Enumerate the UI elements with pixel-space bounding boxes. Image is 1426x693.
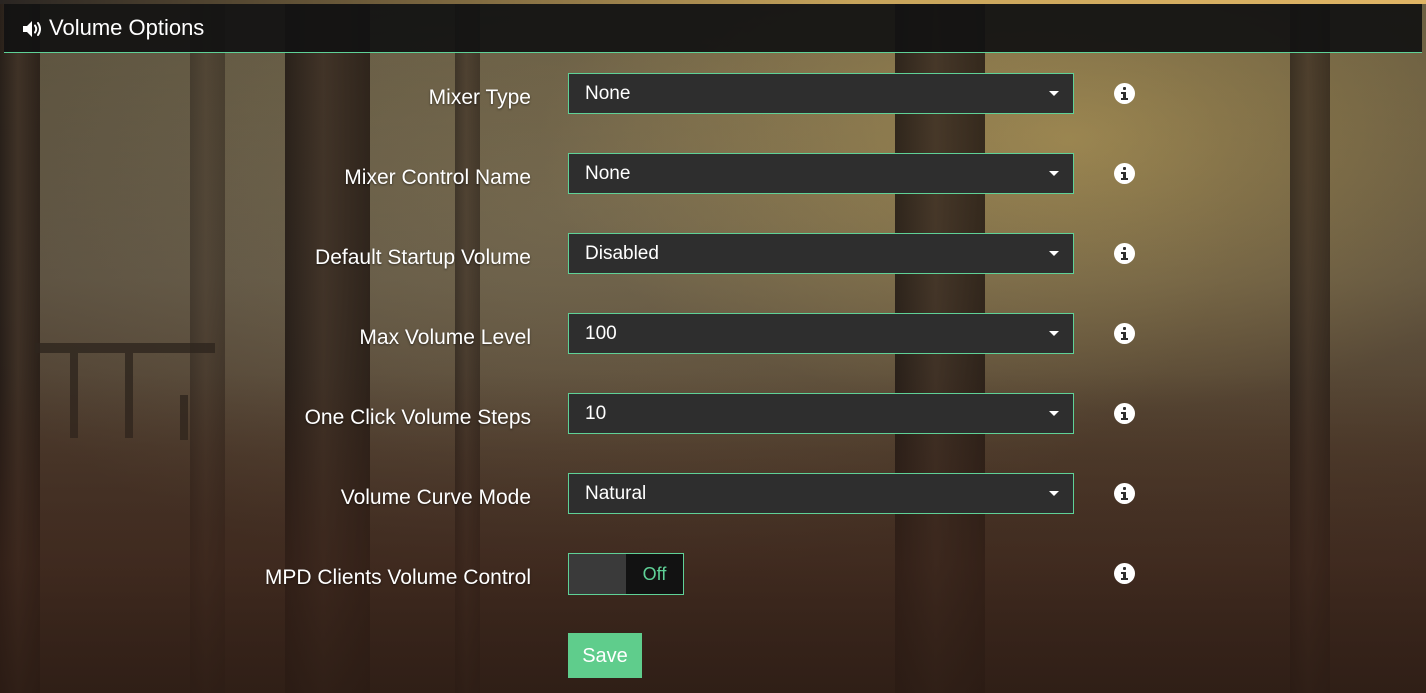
max-volume-level-select[interactable]: 100 — [568, 313, 1074, 354]
default-startup-volume-select[interactable]: Disabled — [568, 233, 1074, 274]
default-startup-volume-label: Default Startup Volume — [315, 246, 531, 269]
caret-down-icon — [1049, 411, 1059, 416]
info-icon[interactable] — [1114, 563, 1135, 584]
mixer-control-name-select[interactable]: None — [568, 153, 1074, 194]
mixer-type-select[interactable]: None — [568, 73, 1074, 114]
volume-icon — [22, 19, 44, 39]
caret-down-icon — [1049, 491, 1059, 496]
info-icon[interactable] — [1114, 403, 1135, 424]
info-icon[interactable] — [1114, 483, 1135, 504]
caret-down-icon — [1049, 171, 1059, 176]
volume-curve-mode-select[interactable]: Natural — [568, 473, 1074, 514]
mixer-type-value: None — [585, 83, 631, 104]
caret-down-icon — [1049, 331, 1059, 336]
info-icon[interactable] — [1114, 163, 1135, 184]
section-header: Volume Options — [4, 4, 1422, 53]
info-icon[interactable] — [1114, 323, 1135, 344]
caret-down-icon — [1049, 91, 1059, 96]
volume-curve-mode-value: Natural — [585, 483, 647, 504]
caret-down-icon — [1049, 251, 1059, 256]
default-startup-volume-value: Disabled — [585, 243, 659, 264]
mixer-control-name-label: Mixer Control Name — [344, 166, 531, 189]
one-click-volume-steps-value: 10 — [585, 403, 607, 424]
mixer-type-label: Mixer Type — [428, 86, 531, 109]
save-button[interactable]: Save — [568, 633, 642, 678]
toggle-knob — [569, 554, 626, 594]
page-title: Volume Options — [49, 15, 205, 40]
mixer-control-name-value: None — [585, 163, 631, 184]
info-icon[interactable] — [1114, 83, 1135, 104]
one-click-volume-steps-select[interactable]: 10 — [568, 393, 1074, 434]
one-click-volume-steps-label: One Click Volume Steps — [304, 406, 531, 429]
mpd-clients-volume-control-label: MPD Clients Volume Control — [264, 566, 531, 589]
mpd-clients-volume-control-toggle[interactable]: Off — [568, 553, 684, 595]
toggle-state-label: Off — [626, 554, 683, 594]
max-volume-level-label: Max Volume Level — [359, 326, 531, 349]
background-picnic-table — [35, 343, 215, 353]
info-icon[interactable] — [1114, 243, 1135, 264]
volume-curve-mode-label: Volume Curve Mode — [340, 486, 531, 509]
max-volume-level-value: 100 — [585, 323, 617, 344]
